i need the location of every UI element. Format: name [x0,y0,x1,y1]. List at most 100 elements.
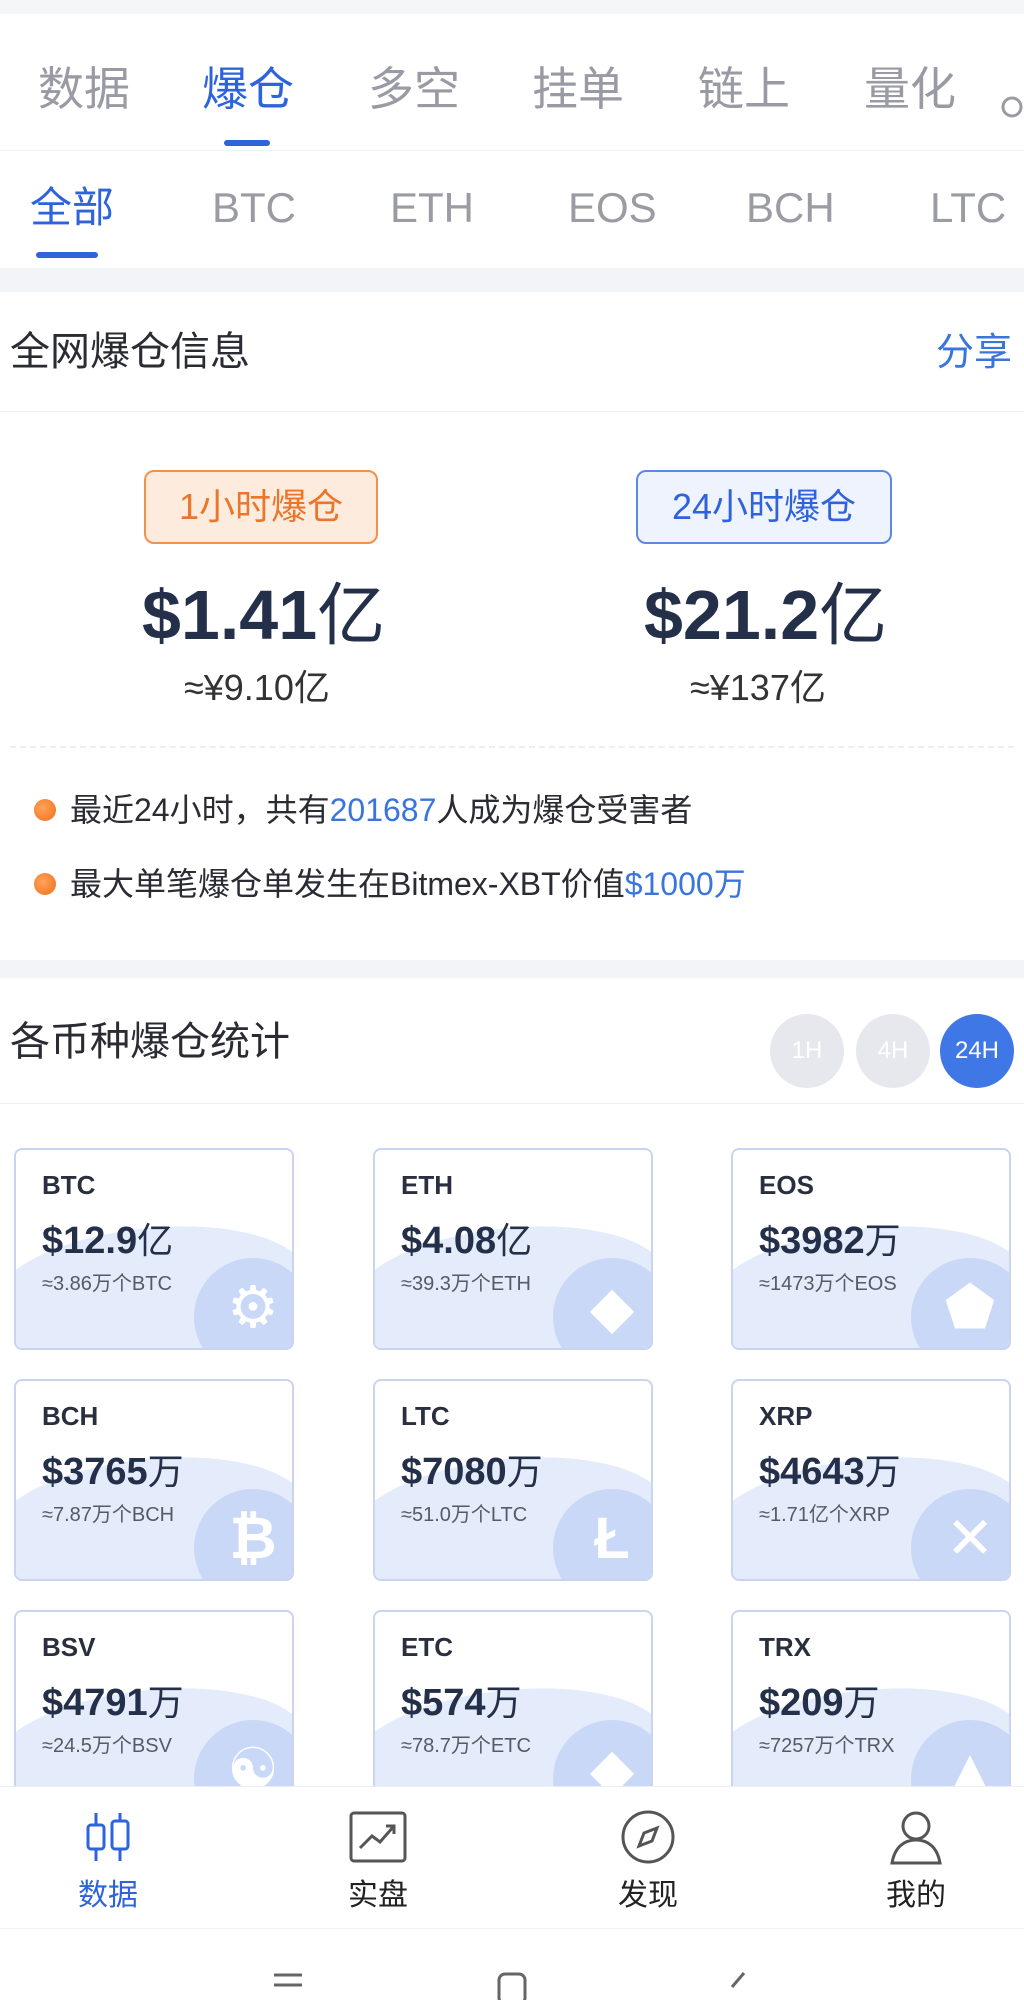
tab-liquidation[interactable]: 爆仓 [202,66,294,112]
coin-amount: $574万 [401,1682,522,1724]
user-icon [890,1811,942,1865]
coin-amount: $3765万 [42,1451,184,1493]
coin-equivalent: ≈7257万个TRX [759,1735,895,1757]
one-hour-amount: $1.41亿 [142,576,386,654]
tab-long-short[interactable]: 多空 [368,66,460,112]
tab-orders[interactable]: 挂单 [532,66,624,112]
coin-equivalent: ≈7.87万个BCH [42,1504,175,1526]
bottom-nav: 数据 实盘 发现 我的 [0,1786,1024,1928]
largest-order-note: 最大单笔爆仓单发生在Bitmex-XBT价值 $1000万 [34,868,746,900]
coin-symbol: XRP [759,1401,813,1431]
coin-tab-bch[interactable]: BCH [746,187,835,229]
status-strip [0,0,1024,14]
liquidation-overview: 1小时爆仓 24小时爆仓 $1.41亿 $21.2亿 ≈¥9.10亿 ≈¥137… [0,412,1024,960]
nav-profile[interactable]: 我的 [846,1805,986,1911]
etc-icon: ◆ [553,1720,651,1792]
coin-amount: $4791万 [42,1682,184,1724]
tab-data[interactable]: 数据 [38,66,130,112]
one-hour-badge: 1小时爆仓 [144,470,378,544]
coin-equivalent: ≈1.71亿个XRP [759,1504,891,1526]
overview-header: 全网爆仓信息 分享 [0,292,1024,412]
bullet-dot-icon [34,799,56,821]
coin-card-eth[interactable]: ◆ ETH $4.08亿 ≈39.3万个ETH [373,1148,653,1350]
coin-stats-grid: ⚙ BTC $12.9亿 ≈3.86万个BTC ◆ ETH $4.08亿 ≈39… [0,1104,1024,1792]
nav-label: 发现 [618,1879,678,1912]
coin-card-bsv[interactable]: ☯ BSV $4791万 ≈24.5万个BSV [14,1610,294,1792]
litecoin-icon: Ł [553,1489,651,1579]
home-icon[interactable] [496,1971,528,2000]
coin-symbol: BSV [42,1632,96,1662]
section-gap [0,960,1024,978]
section-gap [0,268,1024,292]
more-tabs-icon[interactable] [998,94,1024,120]
divider [10,746,1014,748]
recent-apps-icon[interactable] [270,1971,306,1995]
coin-card-btc[interactable]: ⚙ BTC $12.9亿 ≈3.86万个BTC [14,1148,294,1350]
coin-amount: $4.08亿 [401,1220,533,1262]
coin-card-etc[interactable]: ◆ ETC $574万 ≈78.7万个ETC [373,1610,653,1792]
coin-tab-ltc[interactable]: LTC [930,187,1006,229]
coin-equivalent: ≈3.86万个BTC [42,1273,172,1295]
back-icon[interactable] [726,1971,750,2000]
period-1h-button[interactable]: 1H [770,1014,844,1088]
coin-tab-btc[interactable]: BTC [212,187,296,229]
twenty-four-hour-badge: 24小时爆仓 [636,470,892,544]
share-button[interactable]: 分享 [936,334,1012,372]
tab-quant[interactable]: 量化 [864,66,956,112]
ripple-icon: ✕ [911,1489,1009,1579]
coin-card-xrp[interactable]: ✕ XRP $4643万 ≈1.71亿个XRP [731,1379,1011,1581]
coin-tab-bar: 全部 BTC ETH EOS BCH LTC [0,150,1024,268]
coin-stats-header: 各币种爆仓统计 1H 4H 24H [0,978,1024,1104]
nav-live[interactable]: 实盘 [308,1805,448,1911]
ethereum-icon: ◆ [553,1258,651,1348]
coin-card-ltc[interactable]: Ł LTC $7080万 ≈51.0万个LTC [373,1379,653,1581]
coin-tab-all[interactable]: 全部 [30,187,114,229]
nav-discover[interactable]: 发现 [578,1805,718,1911]
coin-equivalent: ≈1473万个EOS [759,1273,897,1295]
eos-icon: ⬟ [911,1258,1009,1348]
coin-card-trx[interactable]: ▲ TRX $209万 ≈7257万个TRX [731,1610,1011,1792]
day-amount: $21.2亿 [644,576,888,654]
coin-amount: $4643万 [759,1451,901,1493]
coin-card-bch[interactable]: ₿ BCH $3765万 ≈7.87万个BCH [14,1379,294,1581]
bitcoin-icon: ⚙ [194,1258,292,1348]
coin-amount: $7080万 [401,1451,543,1493]
coin-symbol: ETH [401,1170,453,1200]
nav-label: 数据 [78,1879,138,1912]
coin-symbol: ETC [401,1632,453,1662]
active-tab-indicator [224,140,270,146]
coin-equivalent: ≈78.7万个ETC [401,1735,531,1757]
bitcoin-cash-icon: ₿ [194,1489,292,1579]
coin-tab-eth[interactable]: ETH [390,187,474,229]
bullet-dot-icon [34,873,56,895]
coin-symbol: LTC [401,1401,450,1431]
compass-icon [621,1810,675,1864]
active-coin-indicator [36,252,98,258]
nav-label: 实盘 [348,1879,408,1912]
coin-stats-title: 各币种爆仓统计 [10,1020,290,1064]
coin-amount: $3982万 [759,1220,901,1262]
overview-title: 全网爆仓信息 [10,330,250,374]
coin-tab-eos[interactable]: EOS [568,187,657,229]
coin-symbol: EOS [759,1170,814,1200]
tab-on-chain[interactable]: 链上 [698,66,790,112]
coin-symbol: BTC [42,1170,96,1200]
trend-chart-icon [349,1811,407,1863]
coin-symbol: BCH [42,1401,99,1431]
system-nav-bar [0,1928,1024,2000]
bsv-icon: ☯ [194,1720,292,1792]
coin-symbol: TRX [759,1632,811,1662]
nav-label: 我的 [886,1879,946,1912]
coin-equivalent: ≈51.0万个LTC [401,1504,528,1526]
nav-data[interactable]: 数据 [38,1805,178,1911]
coin-card-eos[interactable]: ⬟ EOS $3982万 ≈1473万个EOS [731,1148,1011,1350]
coin-amount: $209万 [759,1682,880,1724]
one-hour-cny: ≈¥9.10亿 [184,667,330,708]
victims-note: 最近24小时，共有 201687 人成为爆仓受害者 [34,794,692,826]
tron-icon: ▲ [911,1720,1009,1792]
period-4h-button[interactable]: 4H [856,1014,930,1088]
period-24h-button[interactable]: 24H [940,1014,1014,1088]
coin-amount: $12.9亿 [42,1220,174,1262]
coin-equivalent: ≈24.5万个BSV [42,1735,172,1757]
coin-equivalent: ≈39.3万个ETH [401,1273,531,1295]
